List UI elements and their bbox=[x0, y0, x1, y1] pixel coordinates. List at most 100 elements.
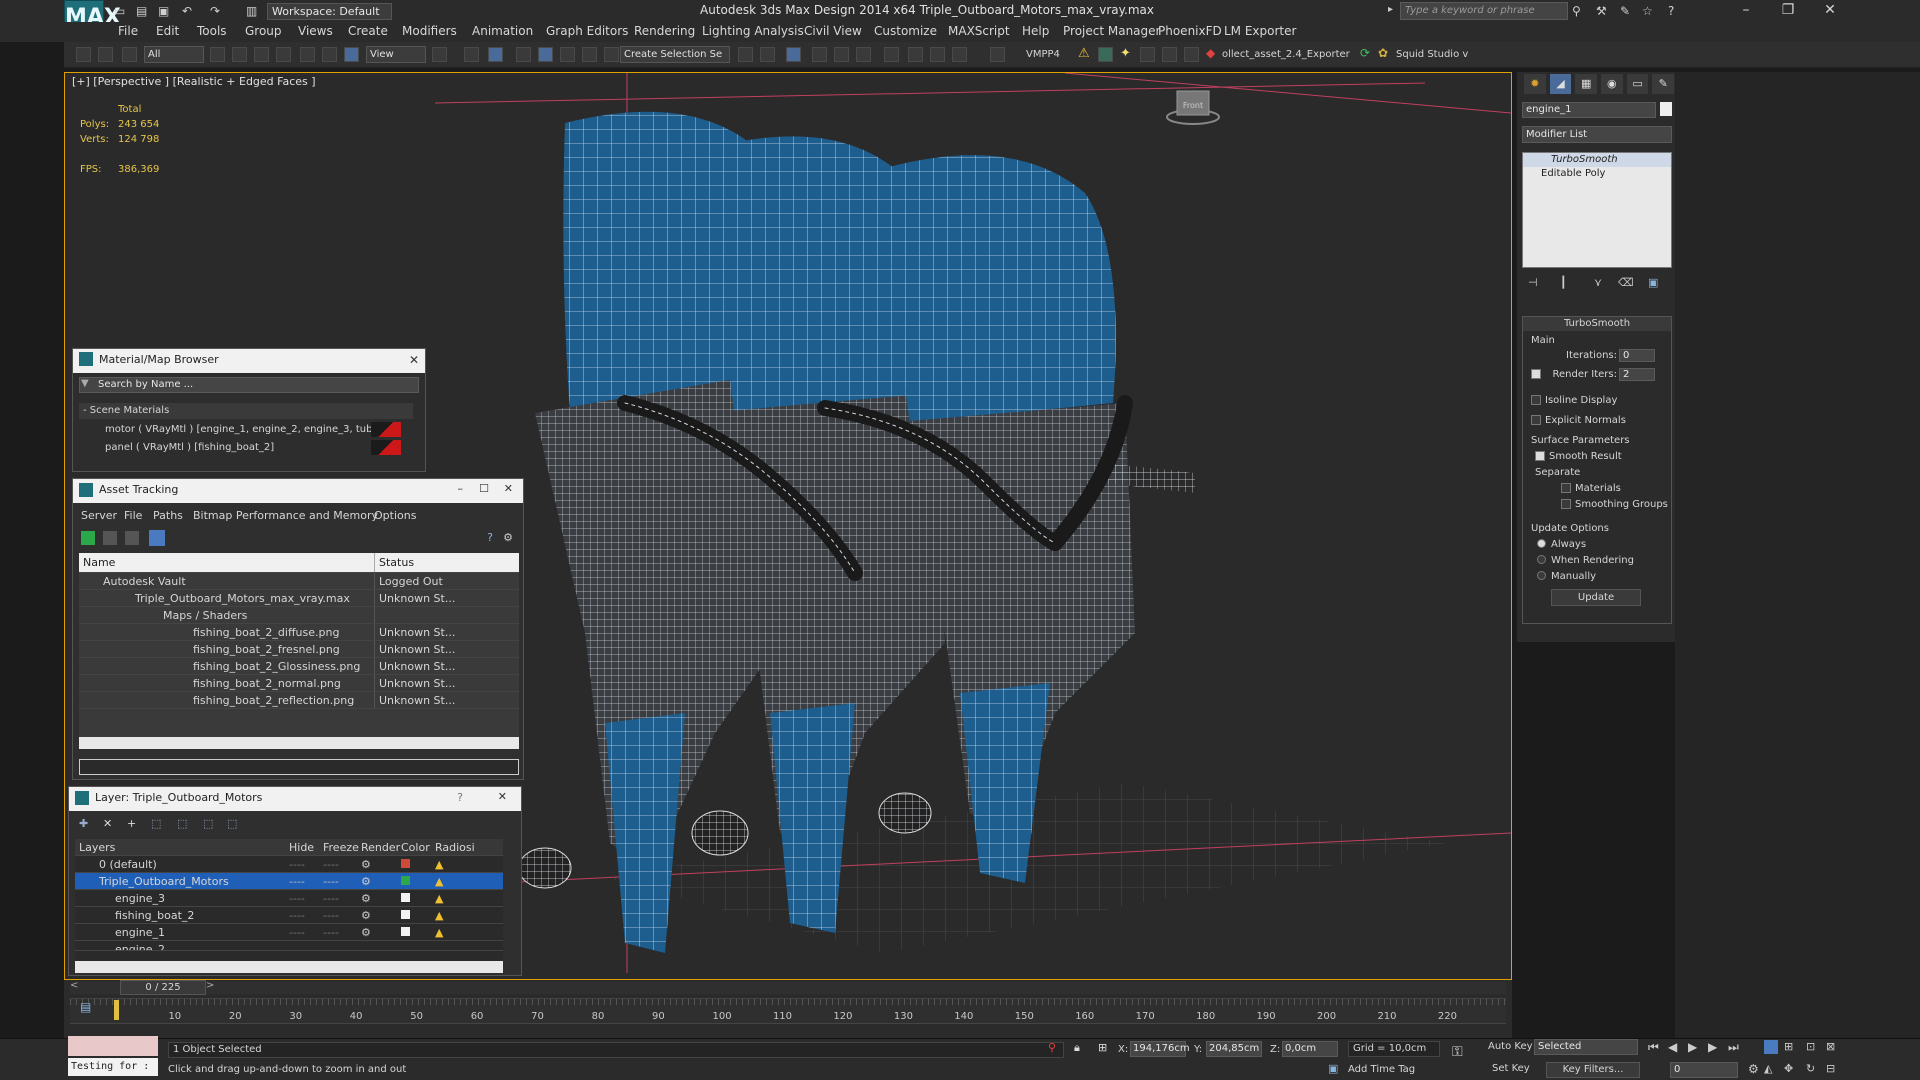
bind-space-warp-icon[interactable] bbox=[122, 47, 137, 62]
arrow-icon[interactable]: ⟳ bbox=[1360, 46, 1370, 60]
prev-frame-icon[interactable]: < bbox=[70, 980, 78, 991]
layer-row[interactable]: engine_2 bbox=[75, 941, 503, 951]
select-layer-icon[interactable]: ⬚ bbox=[151, 817, 161, 830]
menu-views[interactable]: Views bbox=[298, 24, 333, 38]
menu-lighting-analysis[interactable]: Lighting Analysis bbox=[702, 24, 804, 38]
help-icon[interactable]: ? bbox=[1668, 1, 1674, 21]
selection-filter-dropdown[interactable]: All bbox=[144, 46, 204, 63]
move-icon[interactable] bbox=[300, 47, 315, 62]
layer-row[interactable]: 0 (default) ---- ---- ⚙ ▲ bbox=[75, 856, 503, 873]
isolate-icon[interactable]: ⚲ bbox=[1048, 1041, 1056, 1054]
stack-item-editable-poly[interactable]: Editable Poly bbox=[1523, 167, 1671, 181]
mirror-icon[interactable] bbox=[738, 47, 753, 62]
align-icon[interactable] bbox=[760, 47, 775, 62]
material-item-panel[interactable]: panel ( VRayMtl ) [fishing_boat_2] bbox=[87, 440, 409, 456]
percent-snap-icon[interactable] bbox=[560, 47, 575, 62]
close-button[interactable]: ✕ bbox=[1810, 0, 1850, 22]
delete-layer-icon[interactable]: ✕ bbox=[103, 817, 112, 830]
pan-icon[interactable]: ✥ bbox=[1784, 1062, 1793, 1075]
object-name-field[interactable]: engine_1 bbox=[1522, 102, 1656, 118]
pin-stack-icon[interactable]: ⊣ bbox=[1528, 276, 1538, 289]
menu-rendering[interactable]: Rendering bbox=[634, 24, 695, 38]
material-item-motor[interactable]: motor ( VRayMtl ) [engine_1, engine_2, e… bbox=[87, 422, 409, 438]
new-file-icon[interactable]: ▭ bbox=[114, 1, 125, 21]
save-icon[interactable]: ▣ bbox=[158, 1, 169, 21]
reference-coordinate-dropdown[interactable]: View bbox=[366, 46, 426, 63]
filter-icon[interactable]: ▼ bbox=[81, 378, 89, 389]
scale-icon[interactable] bbox=[344, 47, 359, 62]
menu-group[interactable]: Group bbox=[245, 24, 282, 38]
minimize-icon[interactable]: – bbox=[458, 482, 464, 495]
open-file-icon[interactable]: ▤ bbox=[136, 1, 147, 21]
asset-row[interactable]: Autodesk Vault Logged Out bbox=[79, 573, 519, 590]
key-icon[interactable]: ⚿ bbox=[1452, 1044, 1463, 1060]
favorites-icon[interactable]: ☆ bbox=[1642, 1, 1653, 21]
remove-modifier-icon[interactable]: ⌫ bbox=[1618, 276, 1634, 289]
asset-tracking-title[interactable]: Asset Tracking bbox=[73, 479, 523, 503]
menu-animation[interactable]: Animation bbox=[472, 24, 533, 38]
z-coordinate-field[interactable]: 0,0cm bbox=[1282, 1041, 1338, 1057]
viewport-label[interactable]: [+] [Perspective ] [Realistic + Edged Fa… bbox=[72, 75, 316, 88]
window-crossing-icon[interactable] bbox=[276, 47, 291, 62]
layer-row[interactable]: engine_3 ---- ---- ⚙ ▲ bbox=[75, 890, 503, 907]
layer-row[interactable]: Triple_Outboard_Motors ---- ---- ⚙ ▲ bbox=[75, 873, 503, 890]
menu-tools[interactable]: Tools bbox=[197, 24, 227, 38]
graphite-ribbon-icon[interactable] bbox=[812, 47, 827, 62]
x-coordinate-field[interactable]: 194,176cm bbox=[1130, 1041, 1190, 1057]
next-key-icon[interactable]: ▶ bbox=[1708, 1040, 1717, 1054]
y-coordinate-field[interactable]: 204,85cm bbox=[1206, 1041, 1262, 1057]
menu-customize[interactable]: Customize bbox=[874, 24, 937, 38]
menu-modifiers[interactable]: Modifiers bbox=[402, 24, 457, 38]
rectangular-selection-icon[interactable] bbox=[254, 47, 269, 62]
vmpp-label[interactable]: VMPP4 bbox=[1026, 49, 1060, 60]
exporter-icon[interactable]: ◆ bbox=[1206, 46, 1215, 60]
select-manipulate-icon[interactable] bbox=[464, 47, 479, 62]
materials-checkbox[interactable] bbox=[1561, 483, 1571, 493]
play-icon[interactable]: ▶ bbox=[1688, 1040, 1697, 1054]
close-icon[interactable]: ✕ bbox=[409, 353, 419, 367]
asset-row[interactable]: Triple_Outboard_Motors_max_vray.max Unkno… bbox=[79, 590, 519, 607]
render-iters-spinner[interactable]: 2 bbox=[1619, 368, 1655, 381]
asset-row[interactable]: fishing_boat_2_diffuse.png Unknown St... bbox=[79, 624, 519, 641]
menu-edit[interactable]: Edit bbox=[156, 24, 179, 38]
minimize-button[interactable]: – bbox=[1726, 0, 1766, 22]
add-time-tag[interactable]: Add Time Tag bbox=[1348, 1064, 1415, 1075]
menu-help[interactable]: Help bbox=[1022, 24, 1049, 38]
binoculars-icon[interactable]: ⚲ bbox=[1572, 1, 1581, 21]
vray-frame-buffer-icon[interactable] bbox=[990, 47, 1005, 62]
create-tab-icon[interactable]: ✹ bbox=[1524, 74, 1546, 94]
absolute-mode-icon[interactable]: ⊞ bbox=[1098, 1041, 1107, 1054]
key-mode-dropdown[interactable]: Selected bbox=[1534, 1039, 1638, 1055]
asset-row[interactable]: fishing_boat_2_reflection.png Unknown St.… bbox=[79, 692, 519, 709]
snaps-toggle-icon[interactable] bbox=[516, 47, 531, 62]
link-icon[interactable] bbox=[76, 47, 91, 62]
material-search-input[interactable]: Search by Name ... bbox=[79, 377, 419, 393]
time-slider-thumb[interactable]: 0 / 225 bbox=[120, 980, 206, 995]
workspace-dropdown[interactable]: Workspace: Default bbox=[267, 3, 392, 20]
angle-snap-icon[interactable] bbox=[538, 47, 553, 62]
rotate-icon[interactable] bbox=[322, 47, 337, 62]
asset-row[interactable]: fishing_boat_2_fresnel.png Unknown St... bbox=[79, 641, 519, 658]
configure-modifier-sets-icon[interactable]: ▣ bbox=[1648, 276, 1658, 289]
list-view-icon[interactable] bbox=[103, 531, 117, 545]
menu-graph-editors[interactable]: Graph Editors bbox=[546, 24, 628, 38]
edit-named-selection-icon[interactable] bbox=[604, 47, 619, 62]
asset-menu-bitmap[interactable]: Bitmap Performance and Memory bbox=[193, 509, 378, 522]
asset-path-field[interactable] bbox=[79, 759, 519, 775]
go-to-start-icon[interactable]: ⏮ bbox=[1648, 1040, 1659, 1055]
motion-tab-icon[interactable]: ◉ bbox=[1601, 74, 1623, 94]
render-iters-checkbox[interactable] bbox=[1531, 369, 1541, 379]
key-filters-button[interactable]: Key Filters... bbox=[1546, 1062, 1640, 1078]
orbit-icon[interactable]: ↻ bbox=[1806, 1062, 1815, 1075]
close-icon[interactable]: ✕ bbox=[498, 790, 507, 803]
named-selection-dropdown[interactable]: Create Selection Se bbox=[620, 46, 730, 63]
curve-editor-icon[interactable] bbox=[834, 47, 849, 62]
rendered-frame-icon[interactable] bbox=[930, 47, 945, 62]
previous-key-icon[interactable]: ◀ bbox=[1668, 1040, 1677, 1054]
rollout-title[interactable]: TurboSmooth bbox=[1523, 317, 1671, 331]
spinner-snap-icon[interactable] bbox=[582, 47, 597, 62]
asset-row[interactable]: fishing_boat_2_Glossiness.png Unknown St.… bbox=[79, 658, 519, 675]
maxscript-listener-pink[interactable] bbox=[68, 1036, 158, 1056]
asset-menu-options[interactable]: Options bbox=[374, 509, 416, 522]
hierarchy-tab-icon[interactable]: ▦ bbox=[1575, 74, 1598, 94]
